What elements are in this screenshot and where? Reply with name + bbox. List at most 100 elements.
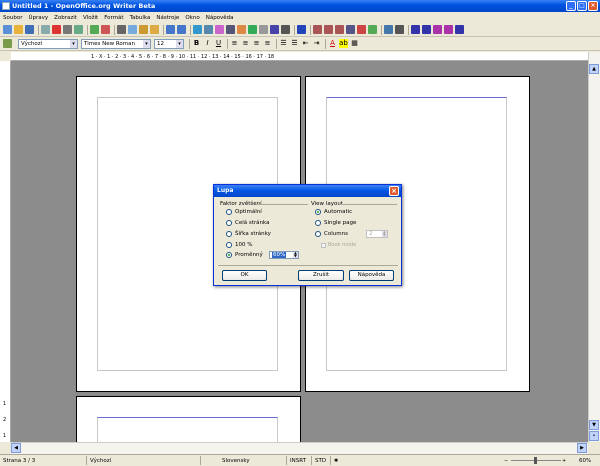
- styles-icon[interactable]: [3, 39, 12, 48]
- menu-format[interactable]: Formát: [104, 15, 123, 21]
- new-document-icon[interactable]: [3, 25, 12, 34]
- view-automatic-radio[interactable]: Automatic: [315, 209, 352, 215]
- table-border-icon[interactable]: [346, 25, 355, 34]
- help-icon[interactable]: [297, 25, 306, 34]
- zoom-in-icon[interactable]: +: [562, 458, 566, 464]
- align-left-icon[interactable]: ≡: [230, 39, 239, 48]
- move-right-icon[interactable]: [422, 25, 431, 34]
- table-split-icon[interactable]: [335, 25, 344, 34]
- title-bar[interactable]: Untitled 1 - OpenOffice.org Writer Beta …: [0, 0, 600, 12]
- export-pdf-icon[interactable]: [52, 25, 61, 34]
- close-button[interactable]: ×: [588, 1, 598, 11]
- font-name-combo[interactable]: Times New Roman: [81, 38, 151, 49]
- decrease-indent-icon[interactable]: ⇤: [301, 39, 310, 48]
- view-columns-radio[interactable]: Columns: [315, 231, 348, 237]
- bullets-icon[interactable]: ☰: [290, 39, 299, 48]
- zoom-page-width-radio[interactable]: Šířka stránky: [226, 231, 271, 237]
- redo-icon[interactable]: [177, 25, 186, 34]
- scroll-right-button[interactable]: ▶: [577, 443, 587, 453]
- show-draw-icon[interactable]: [215, 25, 224, 34]
- maximize-button[interactable]: □: [577, 1, 587, 11]
- zoom-icon[interactable]: [281, 25, 290, 34]
- print-preview-icon[interactable]: [74, 25, 83, 34]
- font-size-combo[interactable]: 12: [154, 38, 184, 49]
- table-icon[interactable]: [204, 25, 213, 34]
- sort-icon[interactable]: [384, 25, 393, 34]
- zoom-out-icon[interactable]: −: [504, 458, 508, 464]
- menu-file[interactable]: Soubor: [3, 15, 22, 21]
- align-center-icon[interactable]: ≡: [241, 39, 250, 48]
- zoom-percent-spinbox[interactable]: 60% ▲ ▼: [269, 251, 299, 259]
- columns-spinbox[interactable]: 2 ▲ ▼: [366, 230, 388, 238]
- menu-edit[interactable]: Úpravy: [28, 15, 48, 21]
- menu-tools[interactable]: Nástroje: [156, 15, 179, 21]
- autospell-icon[interactable]: [101, 25, 110, 34]
- zoom-variable-radio[interactable]: Proměnný: [226, 252, 263, 258]
- align-right-icon[interactable]: ≡: [252, 39, 261, 48]
- increase-indent-icon[interactable]: ⇥: [312, 39, 321, 48]
- spin-arrows-icon[interactable]: ▲ ▼: [382, 230, 387, 237]
- zoom-100-radio[interactable]: 100 %: [226, 242, 252, 248]
- menu-insert[interactable]: Vložit: [83, 15, 98, 21]
- textbox-icon[interactable]: [455, 25, 464, 34]
- cancel-button[interactable]: Zrušit: [298, 270, 344, 281]
- font-color-icon[interactable]: A: [328, 39, 337, 48]
- horizontal-ruler[interactable]: 1 · X · 1 · 2 · 3 · 4 · 5 · 6 · 7 · 8 · …: [11, 52, 588, 61]
- vertical-scrollbar[interactable]: ▲ ▼ •: [588, 52, 600, 442]
- zoom-slider-thumb[interactable]: [534, 457, 537, 464]
- status-language[interactable]: Slovensky: [222, 458, 250, 464]
- menu-help[interactable]: Nápověda: [206, 15, 234, 21]
- table-bg-icon[interactable]: [357, 25, 366, 34]
- sum-icon[interactable]: [395, 25, 404, 34]
- scroll-left-button[interactable]: ◀: [11, 443, 21, 453]
- scroll-down-button[interactable]: ▼: [589, 420, 599, 430]
- scroll-page-button[interactable]: •: [589, 431, 599, 441]
- zoom-whole-page-radio[interactable]: Celá stránka: [226, 220, 269, 226]
- page-3[interactable]: [76, 396, 301, 442]
- justify-icon[interactable]: ≡: [263, 39, 272, 48]
- spellcheck-icon[interactable]: [90, 25, 99, 34]
- table-insert-icon[interactable]: [313, 25, 322, 34]
- cut-icon[interactable]: [117, 25, 126, 34]
- hyperlink-icon[interactable]: [193, 25, 202, 34]
- status-zoom[interactable]: 60%: [579, 458, 591, 464]
- scroll-up-button[interactable]: ▲: [589, 64, 599, 74]
- paste-icon[interactable]: [139, 25, 148, 34]
- find-replace-icon[interactable]: [226, 25, 235, 34]
- highlight-icon[interactable]: ab: [339, 39, 348, 48]
- italic-icon[interactable]: I: [203, 39, 212, 48]
- undo-icon[interactable]: [166, 25, 175, 34]
- edit-file-icon[interactable]: [41, 25, 50, 34]
- ok-button[interactable]: OK: [222, 270, 267, 281]
- zoom-optimal-radio[interactable]: Optimální: [226, 209, 262, 215]
- move-down-icon[interactable]: [444, 25, 453, 34]
- dialog-title-bar[interactable]: Lupa ×: [214, 185, 401, 197]
- gallery-icon[interactable]: [248, 25, 257, 34]
- horizontal-scrollbar[interactable]: ◀ ▶: [11, 442, 588, 454]
- navigator-icon[interactable]: [237, 25, 246, 34]
- paragraph-style-combo[interactable]: Výchozí: [18, 38, 78, 49]
- table-align-icon[interactable]: [368, 25, 377, 34]
- menu-table[interactable]: Tabulka: [130, 15, 151, 21]
- format-paintbrush-icon[interactable]: [150, 25, 159, 34]
- status-selection-mode[interactable]: STD: [315, 458, 326, 464]
- open-icon[interactable]: [14, 25, 23, 34]
- dialog-close-button[interactable]: ×: [389, 186, 399, 196]
- menu-view[interactable]: Zobrazit: [54, 15, 77, 21]
- save-icon[interactable]: [25, 25, 34, 34]
- status-insert-mode[interactable]: INSRT: [290, 458, 306, 464]
- table-merge-icon[interactable]: [324, 25, 333, 34]
- move-left-icon[interactable]: [411, 25, 420, 34]
- print-icon[interactable]: [63, 25, 72, 34]
- bold-icon[interactable]: B: [192, 39, 201, 48]
- status-style[interactable]: Výchozí: [90, 458, 111, 464]
- move-up-icon[interactable]: [433, 25, 442, 34]
- nonprinting-chars-icon[interactable]: [270, 25, 279, 34]
- underline-icon[interactable]: U: [214, 39, 223, 48]
- datasource-icon[interactable]: [259, 25, 268, 34]
- background-color-icon[interactable]: ▦: [350, 39, 359, 48]
- help-button[interactable]: Nápověda: [349, 270, 394, 281]
- copy-icon[interactable]: [128, 25, 137, 34]
- menu-window[interactable]: Okno: [185, 15, 199, 21]
- book-mode-checkbox[interactable]: Book mode: [321, 242, 356, 248]
